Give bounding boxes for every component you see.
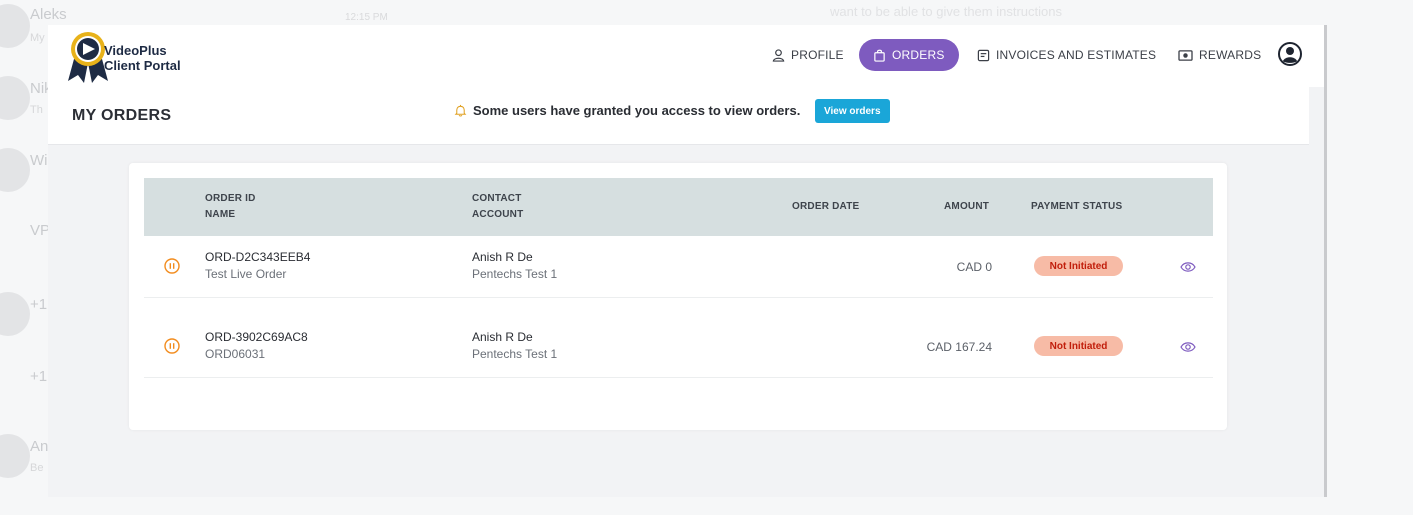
background-chat-name: An [30, 438, 49, 455]
order-name: Test Live Order [205, 267, 287, 281]
logo-subtitle: Client Portal [104, 58, 181, 73]
user-icon [772, 48, 785, 62]
view-eye-icon[interactable] [1180, 341, 1196, 353]
header-payment-status: PAYMENT STATUS [1031, 201, 1123, 212]
orders-table-card: ORDER ID NAME CONTACT ACCOUNT ORDER DATE… [129, 163, 1227, 430]
logo[interactable]: VideoPlus Client Portal [66, 29, 206, 83]
background-chat-name: VP [30, 222, 51, 239]
order-id: ORD-D2C343EEB4 [205, 250, 311, 264]
order-contact: Anish R De [472, 250, 533, 264]
background-chat-time: 12:15 PM [345, 12, 388, 23]
background-avatar [0, 76, 30, 120]
table-header: ORDER ID NAME CONTACT ACCOUNT ORDER DATE… [144, 178, 1213, 236]
background-message: want to be able to give them instruction… [830, 4, 1062, 19]
bell-icon [454, 104, 467, 117]
order-amount: CAD 167.24 [926, 340, 992, 354]
nav-orders-label: ORDERS [892, 48, 945, 62]
order-contact: Anish R De [472, 330, 533, 344]
page-title: MY ORDERS [72, 107, 172, 124]
header-name: NAME [205, 209, 236, 220]
table-row[interactable]: ORD-D2C343EEB4 Test Live Order Anish R D… [144, 236, 1213, 298]
table-row[interactable]: ORD-3902C69AC8 ORD06031 Anish R De Pente… [144, 316, 1213, 378]
header-amount: AMOUNT [944, 201, 990, 212]
nav-rewards-label: REWARDS [1199, 48, 1262, 62]
window-edge [1324, 25, 1327, 497]
pause-status-icon [164, 338, 180, 354]
logo-title: VideoPlus [104, 43, 167, 58]
orders-subheader: MY ORDERS Some users have granted you ac… [48, 87, 1309, 145]
shopping-bag-icon [874, 49, 885, 62]
payment-status-badge: Not Initiated [1034, 336, 1123, 356]
invoice-icon [977, 49, 990, 61]
nav-invoices-label: INVOICES AND ESTIMATES [996, 48, 1157, 62]
background-avatar [0, 434, 30, 478]
pause-status-icon [164, 258, 180, 274]
nav-rewards[interactable]: REWARDS [1178, 39, 1261, 71]
background-chat-name: +1 [30, 368, 48, 385]
access-notice: Some users have granted you access to vi… [454, 103, 800, 118]
nav-orders[interactable]: ORDERS [859, 39, 959, 71]
rewards-ticket-icon [1178, 49, 1193, 61]
access-notice-text: Some users have granted you access to vi… [473, 103, 801, 118]
background-chat-sub: My [30, 32, 45, 44]
background-avatar [0, 292, 30, 336]
nav-profile-label: PROFILE [791, 48, 844, 62]
background-chat-name: Aleks [30, 6, 67, 23]
background-chat-name: Wi [30, 152, 48, 169]
header-account: ACCOUNT [472, 209, 524, 220]
background-chat-sub: Be [30, 462, 44, 474]
header-order-id: ORDER ID [205, 193, 256, 204]
view-eye-icon[interactable] [1180, 261, 1196, 273]
order-name: ORD06031 [205, 347, 266, 361]
payment-status-badge: Not Initiated [1034, 256, 1123, 276]
header-order-date: ORDER DATE [792, 201, 860, 212]
order-account: Pentechs Test 1 [472, 347, 558, 361]
order-account: Pentechs Test 1 [472, 267, 558, 281]
header-contact: CONTACT [472, 193, 522, 204]
client-portal-window: VideoPlus Client Portal PROFILE ORDERS I… [48, 25, 1324, 497]
background-avatar [0, 148, 30, 192]
view-orders-button[interactable]: View orders [815, 99, 890, 123]
background-chat-name: +1 [30, 296, 48, 313]
background-avatar [0, 4, 30, 48]
nav-profile[interactable]: PROFILE [772, 39, 844, 71]
account-avatar-icon[interactable] [1278, 42, 1302, 66]
order-amount: CAD 0 [956, 260, 992, 274]
nav-invoices[interactable]: INVOICES AND ESTIMATES [977, 39, 1156, 71]
order-id: ORD-3902C69AC8 [205, 330, 308, 344]
top-navigation: VideoPlus Client Portal PROFILE ORDERS I… [48, 25, 1324, 87]
background-chat-sub: Th [30, 104, 43, 116]
